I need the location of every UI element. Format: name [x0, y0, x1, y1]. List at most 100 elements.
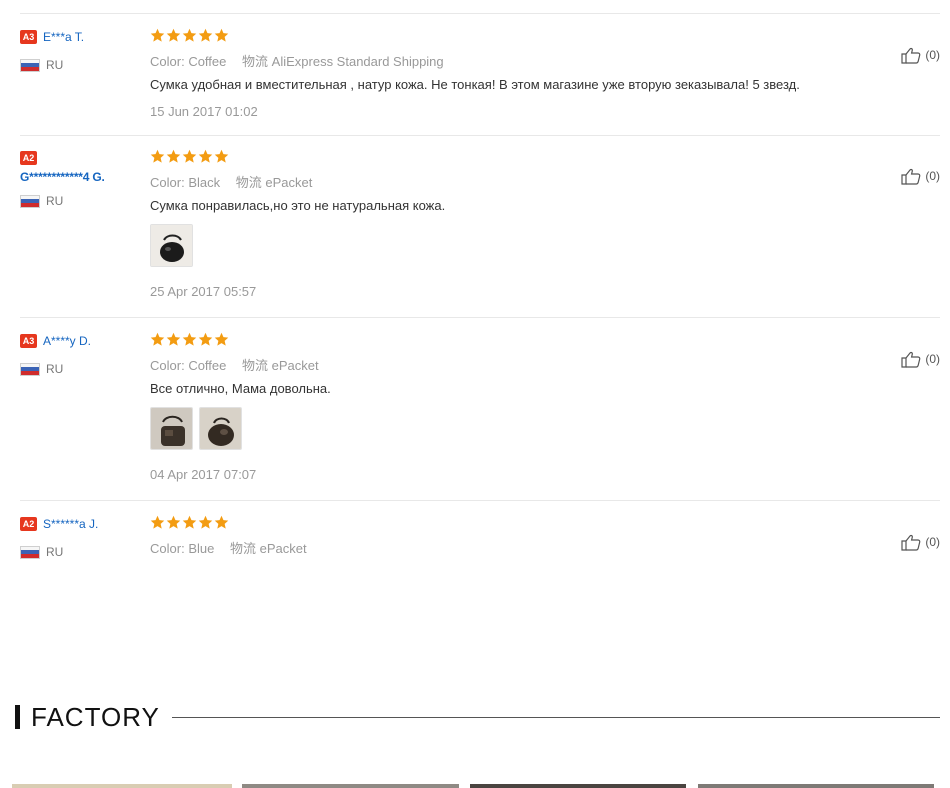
country-code: RU: [46, 362, 64, 376]
order-info: Color: Black 物流 ePacket: [150, 172, 870, 190]
star-rating: [150, 149, 870, 165]
star-icon: [198, 515, 213, 529]
review-content: Color: Coffee 物流 AliExpress Standard Shi…: [150, 28, 870, 119]
helpful-button[interactable]: (0): [901, 533, 940, 551]
review-date: 25 Apr 2017 05:57: [150, 284, 257, 299]
review-item: A3 A****y D. RU Color: Coffee 物流 ePacket …: [20, 332, 940, 501]
review-item: A3 E***a T. RU Color: Coffee 物流 AliExpres…: [20, 28, 940, 136]
color-label: Color:: [150, 358, 185, 373]
review-photo-thumbnail[interactable]: [150, 224, 193, 267]
star-icon: [214, 149, 229, 163]
shipping-value: ePacket: [259, 541, 307, 556]
review-item: A2 S******a J. RU Color: Blue 物流 ePacket …: [20, 515, 940, 575]
shipping-label: 物流: [235, 175, 262, 190]
russia-flag-icon: [20, 362, 40, 376]
shipping-value: AliExpress Standard Shipping: [271, 54, 444, 69]
review-photos: [150, 224, 870, 267]
buyer-level-badge: A3: [20, 333, 37, 348]
star-icon: [150, 28, 165, 42]
star-icon: [150, 149, 165, 163]
color-label: Color:: [150, 175, 185, 190]
review-date: 04 Apr 2017 07:07: [150, 467, 257, 482]
star-rating: [150, 28, 870, 44]
order-info: Color: Coffee 物流 ePacket: [150, 355, 870, 373]
review-date: 15 Jun 2017 01:02: [150, 104, 258, 119]
review-text: Сумка удобная и вместительная , натур ко…: [150, 77, 800, 92]
star-icon: [214, 515, 229, 529]
helpful-button[interactable]: (0): [901, 167, 940, 185]
star-icon: [198, 332, 213, 346]
star-icon: [166, 149, 181, 163]
star-icon: [214, 332, 229, 346]
shipping-label: 物流: [229, 541, 256, 556]
reviewer-country: RU: [20, 362, 145, 376]
factory-photo-strip: [0, 784, 950, 788]
reviewer-name: S******a J.: [43, 516, 99, 531]
review-text: Сумка понравилась,но это не натуральная …: [150, 198, 446, 213]
star-icon: [182, 332, 197, 346]
reviewer-info: A3 E***a T. RU: [20, 28, 145, 72]
thumbs-up-icon: [901, 47, 921, 64]
review-content: Color: Blue 物流 ePacket: [150, 515, 870, 556]
order-info: Color: Coffee 物流 AliExpress Standard Shi…: [150, 51, 870, 69]
shipping-value: ePacket: [265, 175, 313, 190]
buyer-level-badge: A2: [20, 516, 37, 531]
russia-flag-icon: [20, 58, 40, 72]
reviewer-country: RU: [20, 545, 145, 559]
star-icon: [150, 332, 165, 346]
star-icon: [182, 28, 197, 42]
russia-flag-icon: [20, 545, 40, 559]
helpful-button[interactable]: (0): [901, 350, 940, 368]
helpful-count: (0): [925, 169, 940, 183]
buyer-level-badge: A3: [20, 29, 37, 44]
star-icon: [166, 28, 181, 42]
reviewer-country: RU: [20, 58, 145, 72]
star-icon: [150, 515, 165, 529]
buyer-level-badge: A2: [20, 150, 37, 165]
reviewer-name: E***a T.: [43, 29, 85, 44]
factory-photo: [242, 784, 459, 788]
heading-accent-bar: [15, 705, 20, 729]
star-icon: [198, 149, 213, 163]
helpful-count: (0): [925, 352, 940, 366]
heading-divider: [171, 716, 940, 718]
star-icon: [182, 515, 197, 529]
star-icon: [166, 332, 181, 346]
review-item: A2 G************4 G. RU Color: Black 物流 …: [20, 149, 940, 318]
helpful-count: (0): [925, 48, 940, 62]
star-icon: [214, 28, 229, 42]
factory-section-header: FACTORY: [15, 702, 940, 732]
star-rating: [150, 515, 870, 531]
thumbs-up-icon: [901, 168, 921, 185]
reviewer-name: G************4 G.: [20, 170, 105, 184]
review-content: Color: Coffee 物流 ePacket Все отлично, Ма…: [150, 332, 870, 482]
reviewer-name: A****y D.: [43, 333, 92, 348]
russia-flag-icon: [20, 194, 40, 208]
order-info: Color: Blue 物流 ePacket: [150, 538, 870, 556]
color-value: Black: [188, 175, 221, 190]
review-photo-thumbnail[interactable]: [150, 407, 193, 450]
shipping-value: ePacket: [271, 358, 319, 373]
star-rating: [150, 332, 870, 348]
section-title: FACTORY: [31, 701, 160, 732]
color-label: Color:: [150, 541, 185, 556]
country-code: RU: [46, 194, 64, 208]
factory-photo: [698, 784, 934, 788]
color-label: Color:: [150, 54, 185, 69]
review-photos: [150, 407, 870, 450]
thumbs-up-icon: [901, 351, 921, 368]
reviewer-info: A2 S******a J. RU: [20, 515, 145, 559]
color-value: Coffee: [188, 54, 227, 69]
review-photo-thumbnail[interactable]: [199, 407, 242, 450]
helpful-button[interactable]: (0): [901, 46, 940, 64]
color-value: Coffee: [188, 358, 227, 373]
factory-photo: [470, 784, 686, 788]
review-text: Все отлично, Мама довольна.: [150, 381, 331, 396]
star-icon: [198, 28, 213, 42]
thumbs-up-icon: [901, 534, 921, 551]
shipping-label: 物流: [242, 358, 269, 373]
color-value: Blue: [188, 541, 215, 556]
star-icon: [166, 515, 181, 529]
review-content: Color: Black 物流 ePacket Сумка понравилас…: [150, 149, 870, 299]
country-code: RU: [46, 58, 64, 72]
